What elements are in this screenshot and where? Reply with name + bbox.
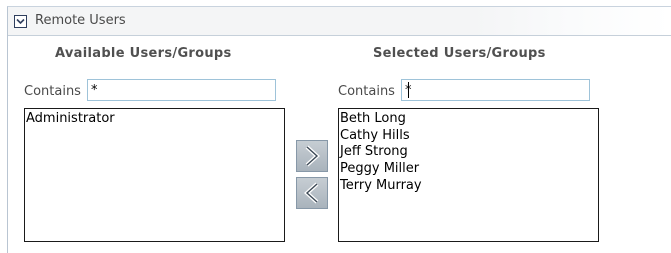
text-cursor: [408, 82, 409, 98]
collapse-chevron-icon: [16, 18, 25, 25]
available-users-list[interactable]: Administrator: [24, 108, 285, 242]
selected-list-item[interactable]: Cathy Hills: [340, 128, 597, 145]
selected-list-item[interactable]: Terry Murray: [340, 178, 597, 195]
section-header: Remote Users: [8, 7, 671, 36]
selected-users-title: Selected Users/Groups: [373, 46, 546, 61]
selected-list-item[interactable]: Jeff Strong: [340, 144, 597, 161]
add-selected-button[interactable]: [296, 140, 328, 172]
available-contains-label: Contains: [24, 84, 81, 99]
selected-list-item[interactable]: Beth Long: [340, 111, 597, 128]
collapse-toggle-button[interactable]: [14, 15, 27, 28]
available-users-title: Available Users/Groups: [55, 46, 232, 61]
selected-list-item[interactable]: Peggy Miller: [340, 161, 597, 178]
chevron-right-icon: [305, 145, 320, 167]
chevron-left-icon: [304, 182, 319, 204]
selected-contains-label: Contains: [338, 84, 395, 99]
available-filter-input[interactable]: [87, 79, 276, 101]
available-list-item[interactable]: Administrator: [26, 111, 283, 128]
remove-selected-button[interactable]: [296, 177, 328, 209]
selected-users-list[interactable]: Beth Long Cathy Hills Jeff Strong Peggy Mil…: [338, 108, 599, 242]
section-title: Remote Users: [35, 13, 126, 28]
selected-filter-input[interactable]: [401, 79, 590, 101]
